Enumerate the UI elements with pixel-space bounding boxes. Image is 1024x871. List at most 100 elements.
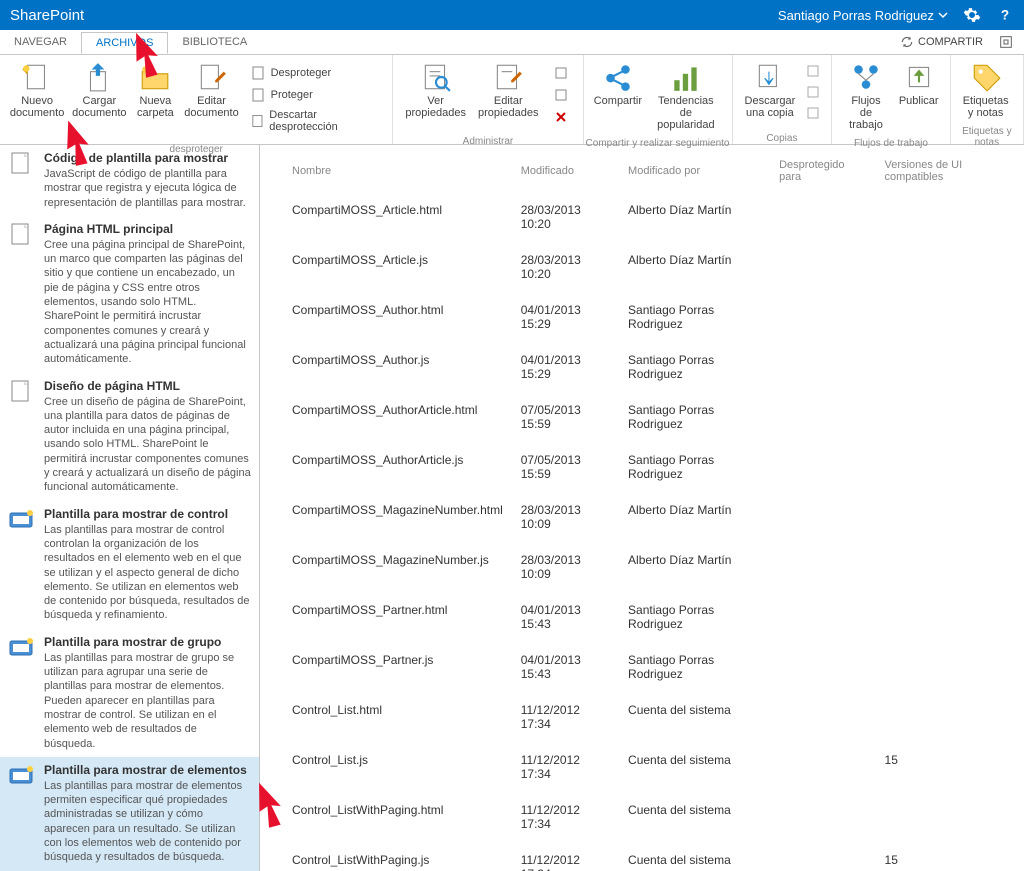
ribbon-copies-extra-2[interactable] xyxy=(805,105,821,124)
table-row[interactable]: Control_List.js11/12/2012 17:34Cuenta de… xyxy=(262,743,1022,791)
ribbon-btn-workflow[interactable]: Flujosde trabajo xyxy=(838,59,893,133)
tab-navegar[interactable]: NAVEGAR xyxy=(0,32,81,53)
cell-versions xyxy=(877,343,1022,391)
ribbon-group-2: CompartirTendenciasde popularidadCompart… xyxy=(584,55,733,144)
focus-icon[interactable] xyxy=(998,34,1014,50)
cell-checkout xyxy=(771,443,874,491)
table-row[interactable]: Control_ListWithPaging.js11/12/2012 17:3… xyxy=(262,843,1022,871)
ribbon-group-4: Flujosde trabajoPublicarFlujos de trabaj… xyxy=(832,55,950,144)
cell-versions xyxy=(877,443,1022,491)
cell-name: CompartiMOSS_Author.js xyxy=(284,343,511,391)
table-row[interactable]: Control_ListWithPaging.html11/12/2012 17… xyxy=(262,793,1022,841)
ribbon-btn-new-doc[interactable]: Nuevodocumento xyxy=(6,59,68,121)
cell-versions xyxy=(877,493,1022,541)
ribbon-btn-publish[interactable]: Publicar xyxy=(894,59,944,109)
col-header[interactable]: Nombre xyxy=(284,147,511,191)
ribbon-copies-extra-1[interactable] xyxy=(805,84,821,103)
cell-modified: 04/01/2013 15:29 xyxy=(513,293,618,341)
cell-by: Alberto Díaz Martín xyxy=(620,493,769,541)
user-menu[interactable]: Santiago Porras Rodriguez xyxy=(778,8,948,23)
table-row[interactable]: Control_List.html11/12/2012 17:34Cuenta … xyxy=(262,693,1022,741)
col-header[interactable]: Versiones de UI compatibles xyxy=(877,147,1022,191)
ribbon-copies-extra-0[interactable] xyxy=(805,63,821,82)
ribbon-small-proteger[interactable]: Proteger xyxy=(247,85,383,105)
cell-by: Santiago Porras Rodriguez xyxy=(620,593,769,641)
cell-versions xyxy=(877,793,1022,841)
ribbon-btn-upload-doc[interactable]: Cargardocumento xyxy=(68,59,130,121)
cell-checkout xyxy=(771,543,874,591)
file-list: NombreModificadoModificado porDesprotegi… xyxy=(260,145,1024,871)
cell-modified: 04/01/2013 15:43 xyxy=(513,643,618,691)
tab-archivos[interactable]: ARCHIVOS xyxy=(81,32,168,54)
cell-by: Cuenta del sistema xyxy=(620,843,769,871)
ribbon-extra-2[interactable] xyxy=(549,107,573,127)
col-header[interactable]: Modificado xyxy=(513,147,618,191)
ribbon-btn-download[interactable]: Descargaruna copia xyxy=(739,59,802,121)
ribbon-extra-1[interactable] xyxy=(549,85,573,105)
cell-name: CompartiMOSS_Article.html xyxy=(284,193,511,241)
table-row[interactable]: CompartiMOSS_Article.js28/03/2013 10:20A… xyxy=(262,243,1022,291)
template-item-1[interactable]: Página HTML principalCree una página pri… xyxy=(0,216,259,373)
ribbon-btn-new-folder[interactable]: Nuevacarpeta xyxy=(130,59,180,121)
template-item-0[interactable]: Código de plantilla para mostrarJavaScri… xyxy=(0,145,259,216)
app-title: SharePoint xyxy=(10,7,84,24)
col-header[interactable]: Desprotegido para xyxy=(771,147,874,191)
ribbon-btn-trends[interactable]: Tendenciasde popularidad xyxy=(646,59,725,133)
help-icon[interactable]: ? xyxy=(996,6,1014,24)
ribbon-btn-tags[interactable]: Etiquetasy notas xyxy=(957,59,1015,121)
ribbon-extra-0[interactable] xyxy=(549,63,573,83)
template-item-4[interactable]: Plantilla para mostrar de grupoLas plant… xyxy=(0,629,259,757)
cell-by: Cuenta del sistema xyxy=(620,743,769,791)
cell-modified: 11/12/2012 17:34 xyxy=(513,793,618,841)
cell-checkout xyxy=(771,343,874,391)
template-item-3[interactable]: Plantilla para mostrar de controlLas pla… xyxy=(0,501,259,629)
cell-by: Cuenta del sistema xyxy=(620,793,769,841)
table-row[interactable]: CompartiMOSS_AuthorArticle.html07/05/201… xyxy=(262,393,1022,441)
user-name: Santiago Porras Rodriguez xyxy=(778,8,934,23)
template-desc: Cree un diseño de página de SharePoint, … xyxy=(44,395,251,495)
cell-name: CompartiMOSS_AuthorArticle.js xyxy=(284,443,511,491)
col-header[interactable]: Modificado por xyxy=(620,147,769,191)
table-row[interactable]: CompartiMOSS_Author.html04/01/2013 15:29… xyxy=(262,293,1022,341)
cell-name: Control_ListWithPaging.html xyxy=(284,793,511,841)
cell-checkout xyxy=(771,793,874,841)
cell-versions xyxy=(877,643,1022,691)
ribbon-group-label: Copias xyxy=(733,132,832,146)
table-row[interactable]: CompartiMOSS_MagazineNumber.html28/03/20… xyxy=(262,493,1022,541)
template-item-2[interactable]: Diseño de página HTMLCree un diseño de p… xyxy=(0,373,259,501)
ribbon-btn-edit-props[interactable]: Editarpropiedades xyxy=(472,59,545,121)
ribbon-small-descartar-desprotección[interactable]: Descartar desprotección xyxy=(247,107,383,135)
tab-biblioteca[interactable]: BIBLIOTECA xyxy=(168,32,261,53)
template-desc: JavaScript de código de plantilla para m… xyxy=(44,167,251,210)
cell-modified: 28/03/2013 10:20 xyxy=(513,193,618,241)
table-row[interactable]: CompartiMOSS_MagazineNumber.js28/03/2013… xyxy=(262,543,1022,591)
ribbon-small-desproteger[interactable]: Desproteger xyxy=(247,63,383,83)
cell-checkout xyxy=(771,593,874,641)
table-row[interactable]: CompartiMOSS_Author.js04/01/2013 15:29Sa… xyxy=(262,343,1022,391)
cell-versions xyxy=(877,293,1022,341)
cell-checkout xyxy=(771,393,874,441)
ribbon-btn-share[interactable]: Compartir xyxy=(590,59,647,109)
table-row[interactable]: CompartiMOSS_Article.html28/03/2013 10:2… xyxy=(262,193,1022,241)
table-row[interactable]: CompartiMOSS_Partner.html04/01/2013 15:4… xyxy=(262,593,1022,641)
cell-by: Alberto Díaz Martín xyxy=(620,193,769,241)
template-icon xyxy=(8,222,36,246)
svg-text:?: ? xyxy=(1001,8,1009,23)
cell-modified: 11/12/2012 17:34 xyxy=(513,743,618,791)
cell-checkout xyxy=(771,243,874,291)
cell-name: CompartiMOSS_AuthorArticle.html xyxy=(284,393,511,441)
cell-versions: 15 xyxy=(877,743,1022,791)
cell-by: Santiago Porras Rodriguez xyxy=(620,393,769,441)
table-row[interactable]: CompartiMOSS_AuthorArticle.js07/05/2013 … xyxy=(262,443,1022,491)
cell-name: CompartiMOSS_Partner.html xyxy=(284,593,511,641)
refresh-icon xyxy=(900,35,914,49)
cell-versions xyxy=(877,193,1022,241)
template-item-5[interactable]: Plantilla para mostrar de elementosLas p… xyxy=(0,757,259,871)
table-row[interactable]: CompartiMOSS_Partner.js04/01/2013 15:43S… xyxy=(262,643,1022,691)
ribbon-btn-edit-doc[interactable]: Editardocumento xyxy=(180,59,242,121)
ribbon-btn-view-props[interactable]: Verpropiedades xyxy=(399,59,472,121)
gear-icon[interactable] xyxy=(963,6,981,24)
tabs-row: NAVEGARARCHIVOSBIBLIOTECA COMPARTIR xyxy=(0,30,1024,55)
cell-versions xyxy=(877,243,1022,291)
share-action[interactable]: COMPARTIR xyxy=(900,35,983,49)
